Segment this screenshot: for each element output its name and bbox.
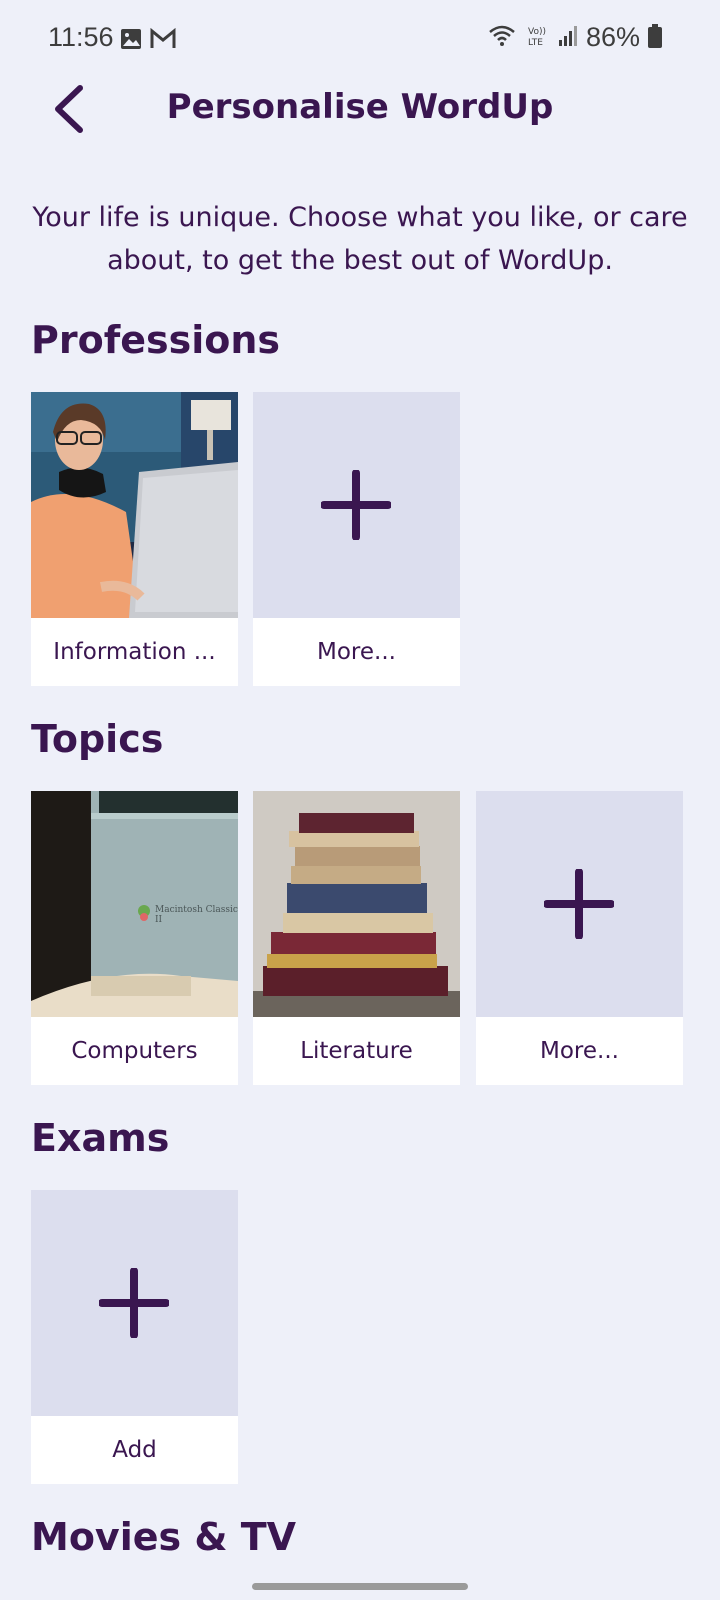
section-title-exams: Exams [31,1116,170,1160]
macintosh-label-text: Macintosh Classic II [155,905,238,925]
home-indicator[interactable] [252,1583,468,1590]
status-time: 11:56 [48,22,114,52]
notification-icons [120,27,176,54]
section-title-movies-tv: Movies & TV [31,1515,297,1559]
section-title-professions: Professions [31,318,281,362]
signal-icon [558,25,578,51]
profession-card-more[interactable]: More... [253,392,460,686]
books-stack-image [253,791,460,1017]
macintosh-computer-image: Macintosh Classic II [31,791,238,1017]
svg-text:Vo)): Vo)) [528,27,546,37]
add-tile [31,1190,238,1416]
volte-icon: Vo)) LTE [526,24,550,52]
card-label: Add [112,1437,157,1463]
svg-text:LTE: LTE [528,38,543,48]
profession-card-information[interactable]: Information ... [31,392,238,686]
app-header: Personalise WordUp [0,82,720,162]
add-tile [253,392,460,618]
woman-with-laptop-image [31,392,238,618]
card-label: More... [317,639,396,665]
battery-icon [648,23,662,52]
topic-card-more[interactable]: More... [476,791,683,1085]
exam-card-add[interactable]: Add [31,1190,238,1484]
card-label: Information ... [53,639,216,665]
intro-text: Your life is unique. Choose what you lik… [32,202,688,276]
card-label: More... [540,1038,619,1064]
topic-card-literature[interactable]: Literature [253,791,460,1085]
battery-percentage: 86% [585,22,640,52]
image-icon [120,28,142,54]
gmail-icon [150,27,176,54]
system-status-icons: Vo)) LTE 86% [488,22,662,53]
card-label: Literature [300,1038,413,1064]
card-label: Computers [71,1038,198,1064]
section-title-topics: Topics [31,717,164,761]
status-bar: 11:56 Vo)) LTE 86% [0,0,720,82]
add-tile [476,791,683,1017]
wifi-icon [488,24,518,52]
page-title: Personalise WordUp [166,87,554,127]
topic-card-computers[interactable]: Macintosh Classic II Computers [31,791,238,1085]
